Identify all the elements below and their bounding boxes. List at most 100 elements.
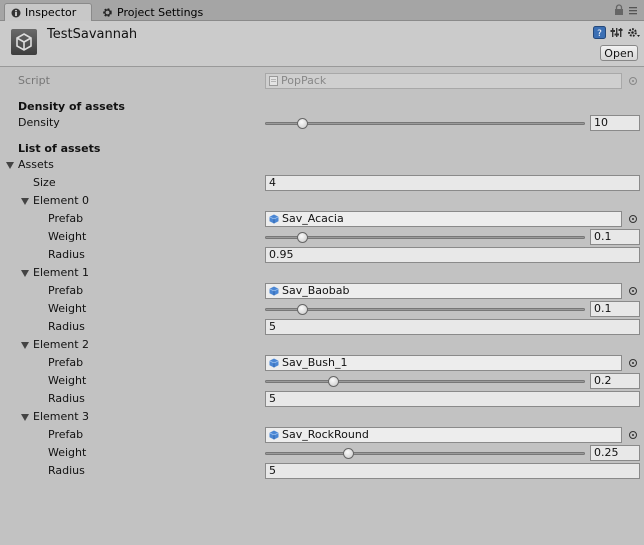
radius-label: Radius [48,392,85,405]
element-header-row[interactable]: Element 3 [0,408,644,426]
density-slider-thumb[interactable] [296,118,308,129]
tab-inspector[interactable]: Inspector [4,3,92,21]
preset-icon[interactable] [610,26,623,42]
script-row: Script PopPack [0,72,644,90]
radius-field[interactable]: 5 [265,463,640,479]
element-label: Element 1 [33,266,90,279]
radius-field[interactable]: 5 [265,391,640,407]
radius-row: Radius 5 [0,318,644,336]
weight-value-field[interactable]: 0.1 [590,301,640,317]
density-value: 10 [594,116,608,129]
weight-value-field[interactable]: 0.2 [590,373,640,389]
prefab-field[interactable]: Sav_Bush_1 [265,355,622,371]
svg-text:?: ? [597,29,602,39]
list-section-title: List of assets [18,142,101,155]
weight-row: Weight 0.2 [0,372,644,390]
prefab-row: Prefab Sav_Baobab [0,282,644,300]
weight-slider-track[interactable] [265,380,585,383]
open-button[interactable]: Open [600,45,638,61]
foldout-arrow-icon[interactable] [21,270,29,277]
weight-row: Weight 0.1 [0,228,644,246]
weight-value: 0.25 [594,446,619,459]
object-picker-icon[interactable] [629,431,637,439]
prefab-field[interactable]: Sav_Acacia [265,211,622,227]
prefab-row: Prefab Sav_Bush_1 [0,354,644,372]
radius-label: Radius [48,320,85,333]
asset-title: TestSavannah [47,27,138,42]
weight-label: Weight [48,374,87,387]
radius-field[interactable]: 0.95 [265,247,640,263]
script-value: PopPack [281,74,327,87]
tab-bar: Inspector Project Settings [0,0,644,21]
gear-icon [102,7,113,18]
weight-slider-track[interactable] [265,308,585,311]
foldout-arrow-icon[interactable] [21,198,29,205]
inspector-header: TestSavannah ? Open [0,21,644,67]
foldout-arrow-icon[interactable] [21,342,29,349]
weight-label: Weight [48,302,87,315]
prefab-field[interactable]: Sav_RockRound [265,427,622,443]
settings-gear-icon[interactable] [627,26,640,42]
element-header-row[interactable]: Element 1 [0,264,644,282]
help-icon[interactable]: ? [593,26,606,42]
radius-label: Radius [48,464,85,477]
foldout-arrow-icon[interactable] [21,414,29,421]
object-picker-icon[interactable] [629,287,637,295]
script-file-icon [269,76,278,86]
weight-slider-thumb[interactable] [296,304,308,315]
weight-row: Weight 0.25 [0,444,644,462]
radius-value: 5 [269,464,276,477]
weight-label: Weight [48,446,87,459]
prefab-value: Sav_Bush_1 [282,356,348,369]
weight-value-field[interactable]: 0.1 [590,229,640,245]
weight-slider-thumb[interactable] [343,448,354,459]
object-picker-icon[interactable] [629,215,637,223]
weight-value: 0.2 [594,374,612,387]
tab-project-settings[interactable]: Project Settings [96,3,216,21]
info-icon [11,8,21,18]
size-value: 4 [269,176,276,189]
weight-row: Weight 0.1 [0,300,644,318]
assets-row[interactable]: Assets [0,156,644,174]
radius-value: 5 [269,392,276,405]
prefab-value: Sav_Baobab [282,284,350,297]
size-row: Size 4 [0,174,644,192]
prefab-cube-icon [269,214,279,224]
radius-row: Radius 5 [0,462,644,480]
menu-icon[interactable] [628,4,638,19]
density-row: Density 10 [0,114,644,132]
weight-slider-thumb[interactable] [327,376,339,387]
element-header-row[interactable]: Element 2 [0,336,644,354]
prefab-cube-icon [269,430,279,440]
prefab-value: Sav_RockRound [282,428,369,441]
object-picker-icon[interactable] [629,359,637,367]
prefab-label: Prefab [48,428,84,441]
radius-value: 5 [269,320,276,333]
prefab-field[interactable]: Sav_Baobab [265,283,622,299]
prefab-label: Prefab [48,356,84,369]
lock-icon[interactable] [614,4,624,19]
weight-slider-thumb[interactable] [296,232,308,243]
density-slider-track[interactable] [265,122,585,125]
element-label: Element 3 [33,410,90,423]
radius-row: Radius 0.95 [0,246,644,264]
size-field[interactable]: 4 [265,175,640,191]
foldout-arrow-icon[interactable] [6,162,14,169]
density-label: Density [18,116,60,129]
prefab-label: Prefab [48,284,84,297]
weight-value: 0.1 [594,302,612,315]
radius-row: Radius 5 [0,390,644,408]
tab-inspector-label: Inspector [25,6,77,19]
weight-slider-track[interactable] [265,452,585,455]
script-field: PopPack [265,73,622,89]
radius-field[interactable]: 5 [265,319,640,335]
prefab-row: Prefab Sav_Acacia [0,210,644,228]
prefab-row: Prefab Sav_RockRound [0,426,644,444]
radius-value: 0.95 [269,248,294,261]
weight-value: 0.1 [594,230,612,243]
density-value-field[interactable]: 10 [590,115,640,131]
weight-slider-track[interactable] [265,236,585,239]
element-header-row[interactable]: Element 0 [0,192,644,210]
prefab-value: Sav_Acacia [282,212,344,225]
weight-value-field[interactable]: 0.25 [590,445,640,461]
